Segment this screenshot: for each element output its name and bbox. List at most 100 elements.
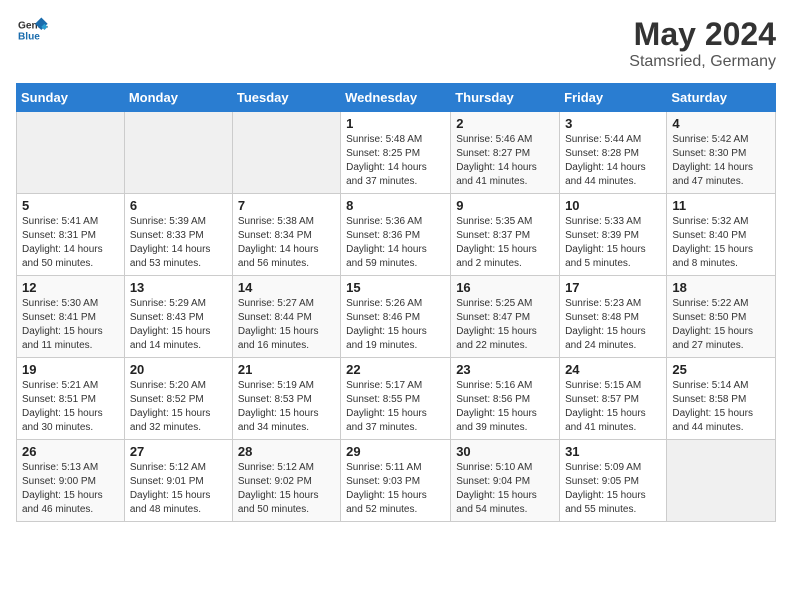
calendar-cell: 23Sunrise: 5:16 AMSunset: 8:56 PMDayligh… [451,358,560,440]
day-info: Sunrise: 5:41 AMSunset: 8:31 PMDaylight:… [22,215,119,271]
day-number: 26 [22,444,119,459]
day-info: Sunrise: 5:36 AMSunset: 8:36 PMDaylight:… [346,215,445,271]
day-info: Sunrise: 5:30 AMSunset: 8:41 PMDaylight:… [22,297,119,353]
calendar-cell: 4 Sunrise: 5:42 AMSunset: 8:30 PMDaylight… [667,112,776,194]
day-number: 31 [565,444,661,459]
day-info: Sunrise: 5:44 AMSunset: 8:28 PMDaylight:… [565,133,661,189]
logo: General Blue [16,16,48,44]
calendar-cell: 22Sunrise: 5:17 AMSunset: 8:55 PMDayligh… [341,358,451,440]
calendar-cell: 21 Sunrise: 5:19 AMSunset: 8:53 PMDayligh… [232,358,340,440]
day-info: Sunrise: 5:13 AMSunset: 9:00 PMDaylight:… [22,461,119,517]
day-number: 29 [346,444,445,459]
calendar-cell: 7 Sunrise: 5:38 AMSunset: 8:34 PMDaylight… [232,194,340,276]
weekday-header-wednesday: Wednesday [341,84,451,112]
weekday-header-friday: Friday [560,84,667,112]
day-number: 8 [346,198,445,213]
day-number: 13 [130,280,227,295]
title-block: May 2024 Stamsried, Germany [629,16,776,71]
day-info: Sunrise: 5:22 AMSunset: 8:50 PMDaylight:… [672,297,770,353]
calendar-cell: 2 Sunrise: 5:46 AMSunset: 8:27 PMDaylight… [451,112,560,194]
page-header: General Blue May 2024 Stamsried, Germany [16,16,776,71]
weekday-header-monday: Monday [124,84,232,112]
calendar-cell: 27 Sunrise: 5:12 AMSunset: 9:01 PMDayligh… [124,440,232,522]
day-info: Sunrise: 5:12 AMSunset: 9:02 PMDaylight:… [238,461,335,517]
day-info: Sunrise: 5:11 AMSunset: 9:03 PMDaylight:… [346,461,445,517]
day-number: 16 [456,280,554,295]
day-number: 19 [22,362,119,377]
weekday-header-thursday: Thursday [451,84,560,112]
weekday-header-tuesday: Tuesday [232,84,340,112]
day-number: 11 [672,198,770,213]
calendar-table: SundayMondayTuesdayWednesdayThursdayFrid… [16,83,776,522]
day-number: 5 [22,198,119,213]
calendar-cell: 5 Sunrise: 5:41 AMSunset: 8:31 PMDaylight… [17,194,125,276]
calendar-cell: 25Sunrise: 5:14 AMSunset: 8:58 PMDayligh… [667,358,776,440]
calendar-cell: 14Sunrise: 5:27 AMSunset: 8:44 PMDayligh… [232,276,340,358]
day-info: Sunrise: 5:42 AMSunset: 8:30 PMDaylight:… [672,133,770,189]
calendar-cell: 10 Sunrise: 5:33 AMSunset: 8:39 PMDayligh… [560,194,667,276]
svg-text:Blue: Blue [18,31,40,42]
calendar-cell: 16 Sunrise: 5:25 AMSunset: 8:47 PMDayligh… [451,276,560,358]
calendar-cell: 19 Sunrise: 5:21 AMSunset: 8:51 PMDayligh… [17,358,125,440]
day-number: 17 [565,280,661,295]
calendar-cell: 6 Sunrise: 5:39 AMSunset: 8:33 PMDaylight… [124,194,232,276]
calendar-cell: 20 Sunrise: 5:20 AMSunset: 8:52 PMDayligh… [124,358,232,440]
calendar-cell: 24 Sunrise: 5:15 AMSunset: 8:57 PMDayligh… [560,358,667,440]
day-info: Sunrise: 5:25 AMSunset: 8:47 PMDaylight:… [456,297,554,353]
day-number: 10 [565,198,661,213]
logo-icon: General Blue [16,16,48,44]
day-info: Sunrise: 5:21 AMSunset: 8:51 PMDaylight:… [22,379,119,435]
day-info: Sunrise: 5:15 AMSunset: 8:57 PMDaylight:… [565,379,661,435]
day-number: 28 [238,444,335,459]
calendar-cell: 18 Sunrise: 5:22 AMSunset: 8:50 PMDayligh… [667,276,776,358]
day-info: Sunrise: 5:19 AMSunset: 8:53 PMDaylight:… [238,379,335,435]
day-info: Sunrise: 5:20 AMSunset: 8:52 PMDaylight:… [130,379,227,435]
day-info: Sunrise: 5:35 AMSunset: 8:37 PMDaylight:… [456,215,554,271]
calendar-cell: 11 Sunrise: 5:32 AMSunset: 8:40 PMDayligh… [667,194,776,276]
calendar-cell [232,112,340,194]
day-info: Sunrise: 5:46 AMSunset: 8:27 PMDaylight:… [456,133,554,189]
month-year: May 2024 [629,16,776,53]
day-number: 21 [238,362,335,377]
day-info: Sunrise: 5:10 AMSunset: 9:04 PMDaylight:… [456,461,554,517]
day-info: Sunrise: 5:16 AMSunset: 8:56 PMDaylight:… [456,379,554,435]
day-info: Sunrise: 5:32 AMSunset: 8:40 PMDaylight:… [672,215,770,271]
day-number: 3 [565,116,661,131]
calendar-cell: 3 Sunrise: 5:44 AMSunset: 8:28 PMDaylight… [560,112,667,194]
calendar-cell: 13Sunrise: 5:29 AMSunset: 8:43 PMDayligh… [124,276,232,358]
weekday-header-saturday: Saturday [667,84,776,112]
day-info: Sunrise: 5:33 AMSunset: 8:39 PMDaylight:… [565,215,661,271]
day-info: Sunrise: 5:27 AMSunset: 8:44 PMDaylight:… [238,297,335,353]
day-info: Sunrise: 5:14 AMSunset: 8:58 PMDaylight:… [672,379,770,435]
day-number: 30 [456,444,554,459]
day-info: Sunrise: 5:12 AMSunset: 9:01 PMDaylight:… [130,461,227,517]
calendar-cell: 30 Sunrise: 5:10 AMSunset: 9:04 PMDayligh… [451,440,560,522]
day-number: 20 [130,362,227,377]
day-number: 9 [456,198,554,213]
calendar-cell: 15 Sunrise: 5:26 AMSunset: 8:46 PMDayligh… [341,276,451,358]
calendar-cell: 26 Sunrise: 5:13 AMSunset: 9:00 PMDayligh… [17,440,125,522]
calendar-cell: 31Sunrise: 5:09 AMSunset: 9:05 PMDayligh… [560,440,667,522]
day-number: 2 [456,116,554,131]
day-info: Sunrise: 5:48 AMSunset: 8:25 PMDaylight:… [346,133,445,189]
day-number: 15 [346,280,445,295]
day-number: 22 [346,362,445,377]
calendar-cell: 28 Sunrise: 5:12 AMSunset: 9:02 PMDayligh… [232,440,340,522]
day-number: 18 [672,280,770,295]
calendar-cell: 9 Sunrise: 5:35 AMSunset: 8:37 PMDaylight… [451,194,560,276]
calendar-cell: 12Sunrise: 5:30 AMSunset: 8:41 PMDayligh… [17,276,125,358]
calendar-cell [17,112,125,194]
day-number: 4 [672,116,770,131]
calendar-cell: 8 Sunrise: 5:36 AMSunset: 8:36 PMDaylight… [341,194,451,276]
day-info: Sunrise: 5:39 AMSunset: 8:33 PMDaylight:… [130,215,227,271]
day-info: Sunrise: 5:23 AMSunset: 8:48 PMDaylight:… [565,297,661,353]
weekday-header-sunday: Sunday [17,84,125,112]
day-number: 6 [130,198,227,213]
day-info: Sunrise: 5:38 AMSunset: 8:34 PMDaylight:… [238,215,335,271]
day-info: Sunrise: 5:26 AMSunset: 8:46 PMDaylight:… [346,297,445,353]
calendar-cell: 29 Sunrise: 5:11 AMSunset: 9:03 PMDayligh… [341,440,451,522]
calendar-cell: 17 Sunrise: 5:23 AMSunset: 8:48 PMDayligh… [560,276,667,358]
day-number: 27 [130,444,227,459]
day-number: 24 [565,362,661,377]
day-number: 7 [238,198,335,213]
